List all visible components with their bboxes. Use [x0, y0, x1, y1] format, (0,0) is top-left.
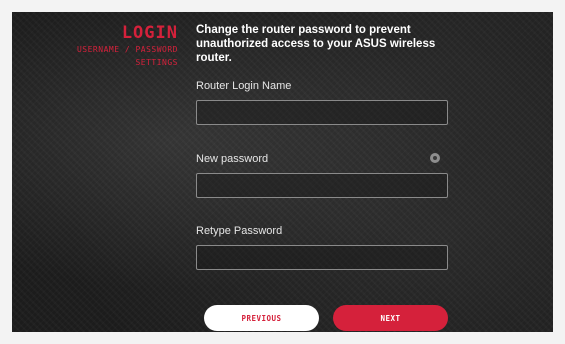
- router-login-name-input[interactable]: [196, 100, 448, 125]
- retype-password-label: Retype Password: [196, 225, 283, 237]
- previous-button[interactable]: PREVIOUS: [204, 305, 319, 331]
- retype-password-input[interactable]: [196, 245, 448, 270]
- step-indicator: LOGIN USERNAME / PASSWORD SETTINGS: [77, 24, 178, 69]
- setup-wizard-panel: LOGIN USERNAME / PASSWORD SETTINGS Chang…: [12, 12, 553, 332]
- new-password-label: New password: [196, 153, 269, 165]
- description-block: Change the router password to prevent un…: [196, 23, 456, 65]
- step-description: Change the router password to prevent un…: [196, 24, 436, 64]
- step-title: LOGIN: [121, 23, 178, 43]
- step-subtitle-line2: SETTINGS: [135, 58, 178, 67]
- new-password-input[interactable]: [196, 173, 448, 198]
- eye-icon[interactable]: [430, 153, 440, 163]
- next-button[interactable]: NEXT: [333, 305, 448, 331]
- step-subtitle-line1: USERNAME / PASSWORD: [76, 45, 178, 54]
- router-login-name-label: Router Login Name: [196, 80, 292, 92]
